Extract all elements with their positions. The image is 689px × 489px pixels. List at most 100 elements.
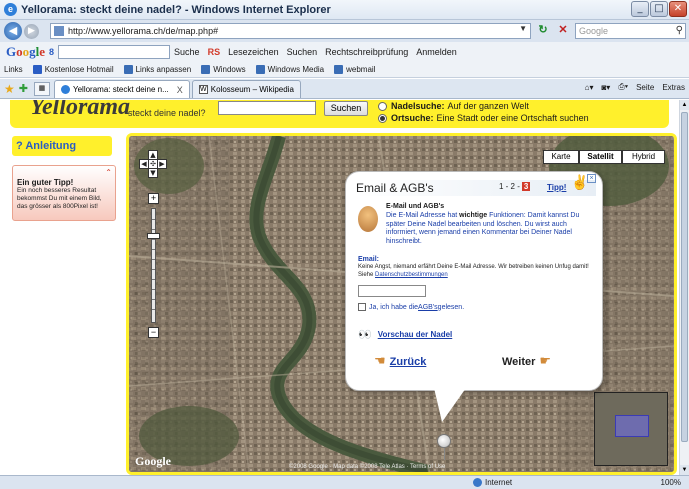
pan-right-icon[interactable]: ▶ (157, 159, 167, 169)
link-windows-media[interactable]: Windows Media (255, 65, 324, 74)
link-customize[interactable]: Links anpassen (123, 65, 191, 74)
map-type-satellit[interactable]: Satellit (579, 150, 622, 164)
map-type-switcher: Karte Satellit Hybrid (543, 150, 665, 164)
stop-icon[interactable]: ✕ (555, 23, 571, 39)
site-search-input[interactable] (218, 101, 316, 115)
url-field[interactable]: http://www.yellorama.ch/de/map.php# ▼ (50, 23, 531, 39)
close-button[interactable]: ✕ (669, 1, 687, 17)
zoom-level[interactable]: 100% (661, 478, 681, 487)
zoom-slider-knob[interactable] (147, 233, 160, 239)
next-link[interactable]: Weiter ☛ (502, 354, 551, 369)
dialog-close-icon[interactable]: × (587, 174, 596, 183)
google-search-input[interactable] (58, 45, 171, 59)
step-list: 1 - 2 - (499, 182, 520, 191)
option-ortsuche[interactable]: Ortsuche: Eine Stadt oder eine Ortschaft… (378, 113, 589, 123)
avatar (358, 206, 378, 232)
print-icon[interactable]: ⎙▾ (618, 82, 628, 92)
agb-checkbox[interactable] (358, 303, 366, 311)
page-content: Yellorama steckt deine nadel? Suchen Nad… (0, 100, 679, 475)
tools-menu[interactable]: Extras (662, 83, 685, 92)
map[interactable]: ▲ ◀ ✣ ▶ ▼ + − Karte Satellit Hybrid Goog… (126, 133, 677, 475)
overview-map[interactable] (594, 392, 668, 466)
google-rs-button[interactable]: RS (208, 47, 221, 57)
address-bar: ◀ ▶ http://www.yellorama.ch/de/map.php# … (0, 20, 689, 42)
zoom-slider[interactable] (151, 208, 156, 323)
tab-label: Kolosseum – Wikipedia (210, 85, 294, 94)
google-suche-button[interactable]: Suche (174, 47, 200, 57)
pan-down-icon[interactable]: ▼ (148, 168, 158, 178)
map-copyright: ©2008 Google · Map data ©2008 Tele Atlas… (289, 464, 446, 470)
anleitung-link[interactable]: ? Anleitung (12, 136, 112, 156)
google-find-button[interactable]: Suchen (287, 47, 318, 57)
zoom-in-button[interactable]: + (148, 193, 159, 204)
map-type-hybrid[interactable]: Hybrid (622, 150, 665, 164)
link-hotmail[interactable]: Kostenlose Hotmail (32, 65, 114, 74)
page-scrollbar[interactable]: ▲ ▼ (679, 100, 689, 475)
map-pin[interactable] (437, 434, 451, 460)
url-text: http://www.yellorama.ch/de/map.php# (68, 26, 219, 36)
radio-nadelsuche[interactable] (378, 101, 387, 111)
search-placeholder: Google (579, 26, 609, 36)
quick-tabs-button[interactable]: ▦ (33, 81, 50, 96)
tipp-link[interactable]: Tipp! (547, 183, 566, 192)
globe-icon (473, 478, 482, 487)
google-signin-button[interactable]: Anmelden (416, 47, 457, 57)
tab-label: Yellorama: steckt deine n... (72, 85, 169, 94)
tab-close-icon[interactable]: X (177, 85, 183, 95)
link-webmail[interactable]: webmail (334, 65, 375, 74)
link-windows[interactable]: Windows (201, 65, 246, 74)
option-nadelsuche[interactable]: Nadelsuche: Auf der ganzen Welt (378, 101, 529, 111)
tip-collapse-icon[interactable]: ⌃ (105, 168, 112, 177)
wikipedia-icon: W (198, 85, 208, 94)
tab-yellorama[interactable]: Yellorama: steckt deine n... X (53, 80, 190, 98)
eyes-icon: 👀 (358, 329, 372, 341)
ie-icon (60, 85, 70, 94)
window-titlebar: e Yellorama: steckt deine nadel? - Windo… (0, 0, 689, 20)
tab-bar: ★ ✚ ▦ Yellorama: steckt deine n... X W K… (0, 79, 689, 99)
google-bookmarks-button[interactable]: Lesezeichen (228, 47, 279, 57)
maximize-button[interactable]: □ (650, 1, 668, 17)
option-label: Nadelsuche: (391, 101, 445, 111)
favorites-star-icon[interactable]: ★ (4, 82, 15, 96)
ie-page-icon (201, 65, 211, 74)
feeds-icon[interactable]: ◙▾ (601, 83, 610, 92)
back-link[interactable]: ☚ Zurück (374, 354, 426, 369)
security-zone: Internet (473, 478, 512, 487)
search-icon[interactable]: ⚲ (676, 24, 683, 38)
overview-viewport[interactable] (615, 415, 649, 437)
step-indicator: 1 - 2 - 3 (499, 182, 531, 191)
preview-link[interactable]: 👀 Vorschau der Nadel (358, 328, 452, 341)
google-8-menu[interactable]: 8 (49, 47, 54, 57)
email-field[interactable] (358, 285, 426, 297)
hand-left-icon: ☚ (374, 354, 386, 369)
home-icon[interactable]: ⌂▾ (585, 83, 594, 92)
radio-ortsuche[interactable] (378, 113, 387, 123)
minimize-button[interactable]: _ (631, 1, 649, 17)
scroll-down-icon[interactable]: ▼ (680, 465, 689, 475)
pan-control: ▲ ◀ ✣ ▶ ▼ (139, 150, 167, 178)
scroll-up-icon[interactable]: ▲ (680, 100, 689, 110)
add-favorite-icon[interactable]: ✚ (19, 82, 28, 95)
refresh-icon[interactable]: ↻ (534, 23, 552, 39)
privacy-link[interactable]: Datenschutzbestimmungen (375, 272, 448, 278)
site-logo[interactable]: Yellorama (30, 100, 130, 121)
agb-checkbox-row[interactable]: Ja, ich habe die AGB's gelesen. (358, 303, 464, 311)
chevron-down-icon[interactable]: ▼ (519, 24, 527, 33)
google-spellcheck-button[interactable]: Rechtschreibprüfung (325, 47, 408, 57)
msn-icon (32, 65, 42, 74)
search-button[interactable]: Suchen (324, 101, 368, 116)
email-info: Keine Angst, niemand erfährt Deine E-Mai… (358, 264, 589, 278)
forward-button[interactable]: ▶ (24, 23, 39, 39)
map-type-karte[interactable]: Karte (543, 150, 579, 164)
map-zoom-control: ▲ ◀ ✣ ▶ ▼ + − (139, 150, 169, 338)
tip-title: Ein guter Tipp! (17, 178, 74, 187)
search-input[interactable]: Google ⚲ (575, 23, 686, 39)
agb-link[interactable]: AGB's (418, 304, 438, 311)
scroll-thumb[interactable] (681, 112, 688, 442)
tab-wikipedia[interactable]: W Kolosseum – Wikipedia (191, 80, 301, 98)
email-label: Email: (358, 256, 380, 263)
option-text: Eine Stadt oder eine Ortschaft suchen (436, 113, 589, 123)
page-menu[interactable]: Seite (636, 83, 654, 92)
back-button[interactable]: ◀ (4, 22, 22, 40)
zoom-out-button[interactable]: − (148, 327, 159, 338)
